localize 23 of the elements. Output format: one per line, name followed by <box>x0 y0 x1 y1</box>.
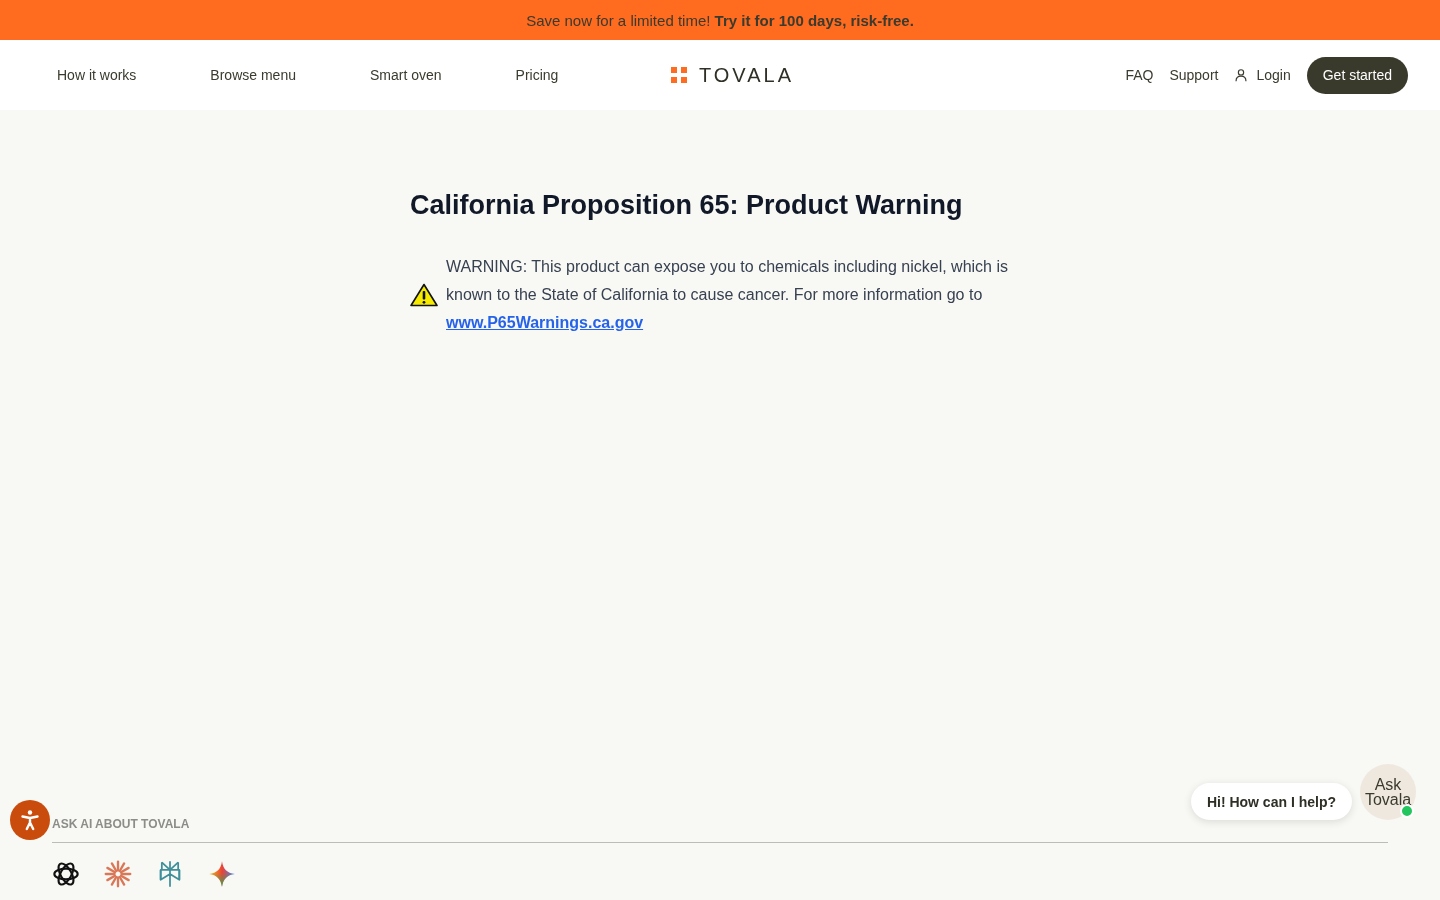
logo-link[interactable]: TOVALA <box>670 63 795 87</box>
nav-link[interactable]: FAQ <box>1125 67 1154 83</box>
login-link[interactable]: Login <box>1234 67 1291 83</box>
warning-icon <box>410 283 438 307</box>
warning-text: WARNING: This product can expose you to chemicals including nickel, which is known to the State of California to cause cancer. For more information go to www.P65Warnings.ca.gov <box>446 257 1009 333</box>
ask-tovala-button[interactable]: Ask Tovala <box>1360 764 1416 820</box>
squares-icon <box>670 67 687 83</box>
nav-link[interactable]: How it works <box>57 67 137 83</box>
nav-link[interactable]: Smart oven <box>369 67 442 83</box>
asterisk-icon[interactable] <box>104 860 132 888</box>
user-icon <box>1234 68 1249 82</box>
person-icon <box>18 808 42 832</box>
atom-icon[interactable] <box>52 860 80 888</box>
ask-ai-heading: ASK AI ABOUT TOVALA <box>52 817 190 831</box>
get-started-button[interactable]: Get started <box>1306 56 1408 94</box>
chat-greeting-bubble[interactable]: Hi! How can I help? <box>1190 783 1352 820</box>
nav-link[interactable]: Support <box>1169 67 1219 83</box>
p65-warnings-link[interactable]: www.P65Warnings.ca.gov <box>446 314 644 331</box>
page-title: California Proposition 65: Product Warning <box>410 189 963 222</box>
accessibility-button[interactable] <box>10 800 50 840</box>
nav-link[interactable]: Browse menu <box>210 67 296 83</box>
nav-link[interactable]: Pricing <box>515 67 559 83</box>
promo-text: Save now for a limited time! Try it for 100 days, risk-free. <box>526 11 914 29</box>
